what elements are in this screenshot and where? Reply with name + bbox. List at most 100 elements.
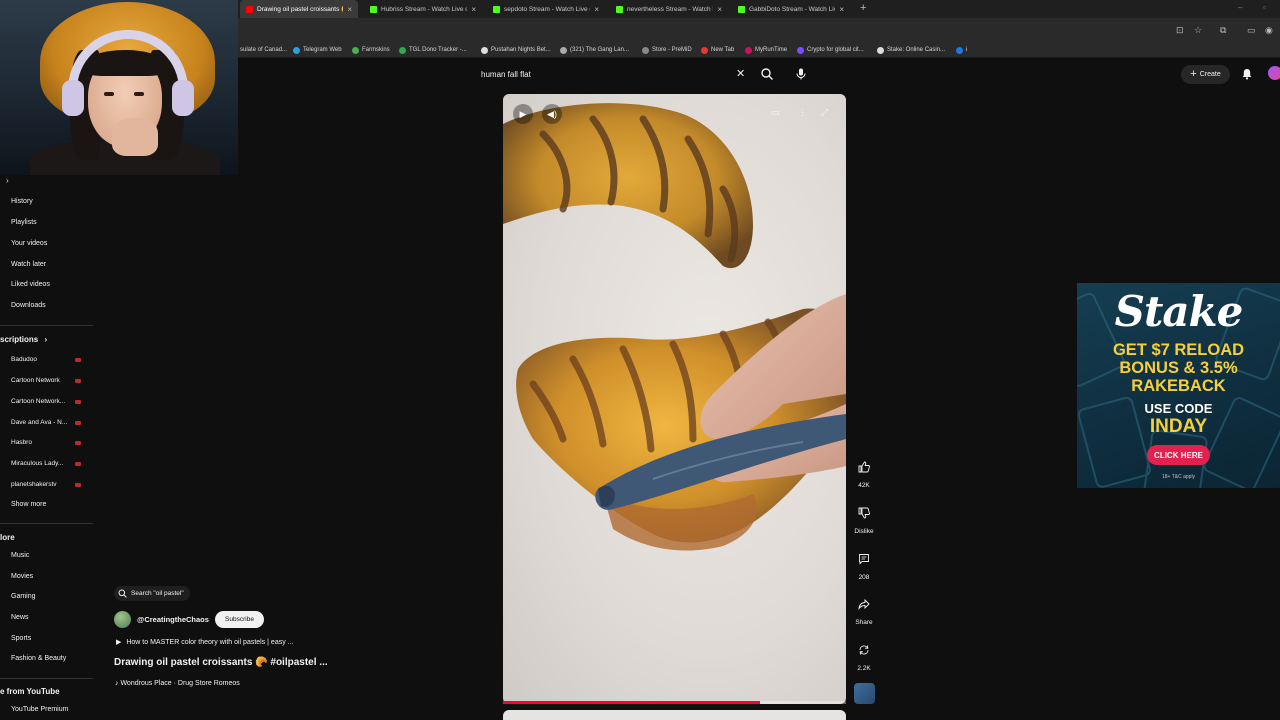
browser-tab[interactable]: Drawing oil pastel croissants 🥐 × — [240, 0, 358, 18]
share-button[interactable]: Share — [852, 593, 876, 626]
show-more-button[interactable]: Show more — [11, 501, 46, 508]
bookmark-item[interactable]: TGL Dono Tracker -... — [399, 44, 467, 56]
extensions-icon[interactable]: ⧉ — [1220, 25, 1226, 36]
bookmark-item[interactable]: i — [956, 44, 967, 56]
bookmark-label: Stake: Online Casin... — [887, 47, 946, 53]
chevron-right-icon[interactable]: › — [6, 176, 9, 185]
close-tab-icon[interactable]: × — [594, 5, 599, 14]
bookmark-item[interactable]: Telegram Web — [293, 44, 342, 56]
nav-sports[interactable]: Sports — [11, 635, 31, 642]
nav-fashion-beauty[interactable]: Fashion & Beauty — [11, 655, 66, 662]
comments-button[interactable]: 208 — [852, 548, 876, 581]
account-avatar[interactable] — [1268, 66, 1280, 80]
notifications-bell-icon[interactable] — [1241, 68, 1253, 80]
browser-tab[interactable]: Hubriss Stream - Watch Live o × — [364, 0, 482, 18]
microphone-icon[interactable] — [794, 67, 808, 81]
next-short-preview[interactable] — [503, 710, 846, 720]
bookmark-item[interactable]: Pustahan Nights Bet... — [481, 44, 551, 56]
sidebar-item-subscription[interactable]: Cartoon Network... — [11, 398, 81, 405]
bookmark-star-icon[interactable]: ☆ — [1194, 25, 1202, 36]
captions-icon[interactable]: ▭ — [771, 107, 780, 118]
ad-click-here-button[interactable]: CLICK HERE — [1147, 445, 1210, 465]
music-link[interactable]: ♪ Wondrous Place · Drug Store Romeos — [115, 680, 240, 687]
nav-music[interactable]: Music — [11, 552, 29, 559]
sidebar-item-subscription[interactable]: Badudoo — [11, 356, 81, 363]
stake-advertisement[interactable]: Stake GET $7 RELOAD BONUS & 3.5% RAKEBAC… — [1077, 283, 1280, 488]
tab-favicon-icon — [370, 5, 377, 13]
ad-headline-line: RAKEBACK — [1131, 377, 1226, 395]
search-suggestion-chip[interactable]: Search "oil pastel" — [114, 586, 190, 601]
related-video-link[interactable]: ▶ How to MASTER color theory with oil pa… — [116, 638, 294, 646]
close-tab-icon[interactable]: × — [717, 5, 722, 14]
sidebar-item-subscription[interactable]: planetshakerstv — [11, 481, 81, 488]
more-options-icon[interactable]: ⋮ — [798, 107, 807, 118]
bookmark-item[interactable]: Stake: Online Casin... — [877, 44, 945, 56]
bookmark-item[interactable]: Store - PreMiD — [642, 44, 692, 56]
bookmark-item[interactable]: MyRunTime — [745, 44, 787, 56]
nav-liked-videos[interactable]: Liked videos — [11, 281, 50, 288]
profile-icon[interactable]: ◉ — [1265, 25, 1273, 36]
subscribe-button[interactable]: Subscribe — [215, 611, 264, 628]
bookmark-item[interactable]: (321) The Gang Lan... — [560, 44, 629, 56]
video-progress-bar[interactable] — [503, 701, 846, 704]
channel-name[interactable]: @CreatingtheChaos — [137, 615, 209, 624]
sidebar-item-subscription[interactable]: Dave and Ava - N... — [11, 419, 81, 426]
live-indicator-icon — [75, 358, 81, 362]
close-tab-icon[interactable]: × — [347, 5, 352, 14]
remix-icon — [859, 645, 869, 655]
sidebar-item-subscription[interactable]: Cartoon Network — [11, 377, 81, 384]
video-title[interactable]: Drawing oil pastel croissants 🥐 #oilpast… — [114, 657, 328, 668]
create-button[interactable]: + Create — [1181, 65, 1230, 84]
remix-button[interactable]: 2.2K — [852, 639, 876, 672]
subscriptions-heading-label: scriptions — [0, 335, 39, 344]
bookmark-item[interactable]: Crypto for global cit... — [797, 44, 864, 56]
nav-downloads[interactable]: Downloads — [11, 302, 46, 309]
browser-tab[interactable]: GabbiDoto Stream - Watch Liv × — [732, 0, 850, 18]
install-app-icon[interactable]: ⊡ — [1176, 25, 1184, 36]
bookmark-favicon-icon — [745, 46, 752, 54]
shorts-video-player[interactable] — [503, 94, 846, 704]
close-tab-icon[interactable]: × — [471, 5, 476, 14]
cast-icon[interactable]: ▭ — [1247, 25, 1256, 36]
like-button[interactable]: 42K — [852, 456, 876, 489]
browser-tab[interactable]: nevertheless Stream - Watch Li × — [610, 0, 728, 18]
search-icon[interactable] — [760, 67, 774, 81]
channel-avatar[interactable] — [114, 611, 131, 628]
nav-watch-later[interactable]: Watch later — [11, 261, 46, 268]
nav-gaming[interactable]: Gaming — [11, 593, 36, 600]
audio-track-thumbnail[interactable] — [854, 683, 875, 704]
clear-search-icon[interactable]: ✕ — [736, 67, 745, 80]
nav-playlists[interactable]: Playlists — [11, 219, 37, 226]
nav-youtube-premium[interactable]: YouTube Premium — [11, 706, 68, 713]
minimize-icon[interactable]: – — [1238, 3, 1242, 12]
search-input[interactable]: human fall flat — [481, 70, 531, 79]
volume-button[interactable]: ◀) — [542, 104, 562, 124]
nav-news[interactable]: News — [11, 614, 29, 621]
sidebar-item-subscription[interactable]: Hasbro — [11, 439, 81, 446]
bookmark-label: sulate of Canad... — [240, 47, 288, 53]
volume-icon: ◀) — [547, 108, 557, 119]
bookmark-item[interactable]: New Tab — [701, 44, 734, 56]
fullscreen-icon[interactable]: ⤢ — [821, 107, 828, 118]
nav-your-videos[interactable]: Your videos — [11, 240, 47, 247]
maximize-icon[interactable]: ▫ — [1263, 3, 1266, 12]
live-indicator-icon — [75, 379, 81, 383]
close-tab-icon[interactable]: × — [839, 5, 844, 14]
new-tab-button[interactable]: + — [860, 2, 866, 14]
dislike-button[interactable]: Dislike — [852, 502, 876, 535]
play-button[interactable]: ▶ — [513, 104, 533, 124]
bookmark-item[interactable]: sulate of Canad... — [240, 44, 287, 56]
play-icon: ▶ — [116, 639, 122, 646]
nav-divider — [0, 325, 93, 326]
related-video-title: How to MASTER color theory with oil past… — [126, 639, 294, 646]
bookmark-label: TGL Dono Tracker -... — [409, 47, 467, 53]
browser-tab[interactable]: sepdoto Stream - Watch Live o × — [487, 0, 605, 18]
sidebar-item-subscription[interactable]: Miraculous Lady... — [11, 460, 81, 467]
tab-favicon-icon — [616, 5, 623, 13]
subscriptions-heading[interactable]: scriptions › — [0, 335, 47, 344]
nav-movies[interactable]: Movies — [11, 573, 33, 580]
search-icon — [118, 589, 127, 598]
bookmark-item[interactable]: Farmskins — [352, 44, 390, 56]
nav-history[interactable]: History — [11, 198, 33, 205]
live-indicator-icon — [75, 441, 81, 445]
